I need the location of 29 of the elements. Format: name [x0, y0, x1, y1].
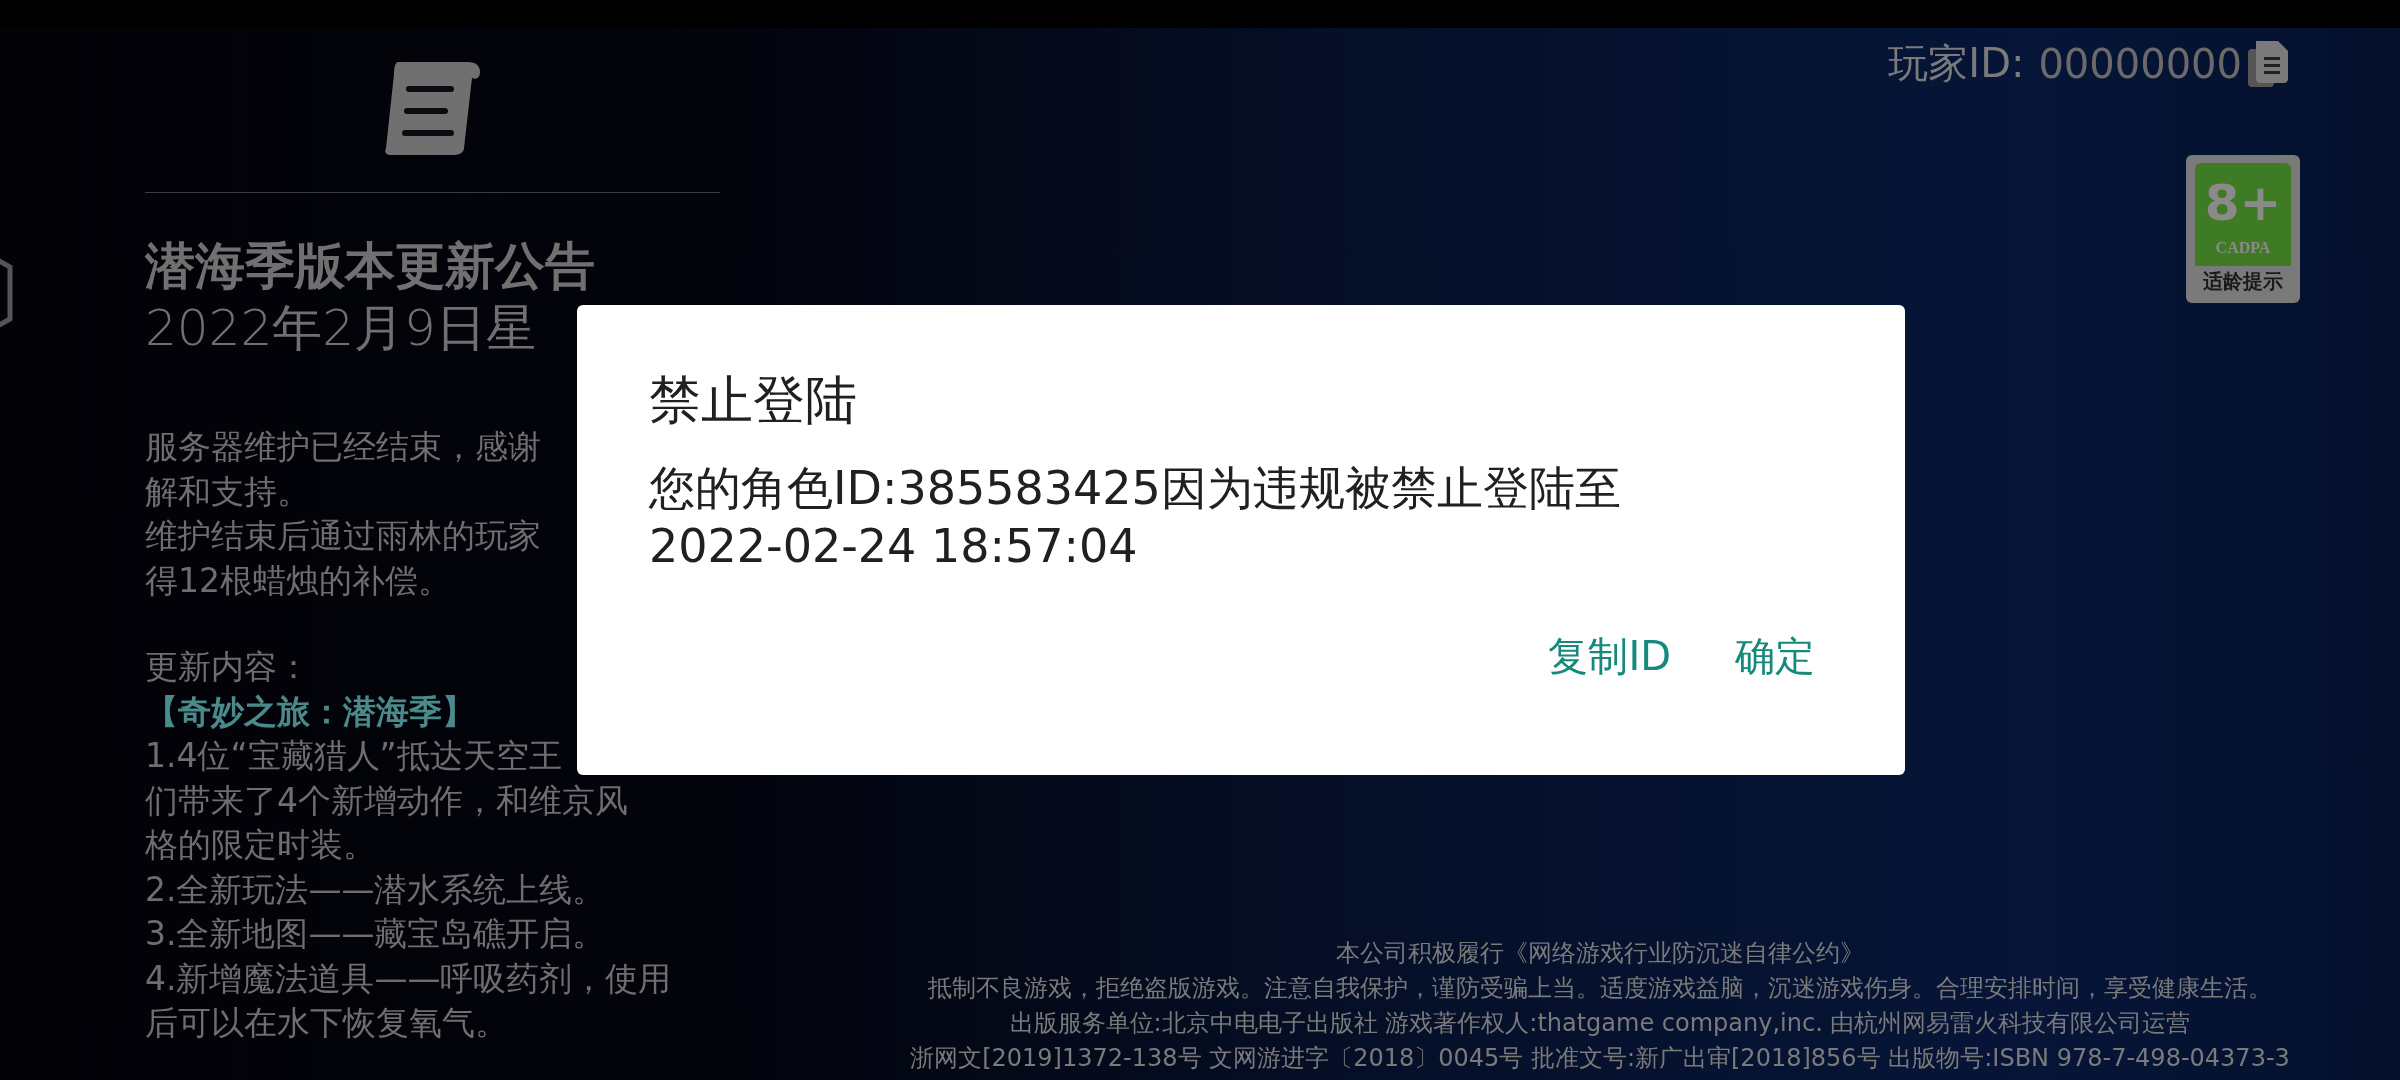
announcement-text: 们带来了4个新增动作，和维京风: [145, 779, 628, 822]
announcement-text: 更新内容：: [145, 646, 310, 688]
announcement-text: 维护结束后通过雨林的玩家: [145, 515, 541, 557]
dialog-title: 禁止登陆: [649, 369, 858, 432]
dialog-button[interactable]: 确定: [1723, 621, 1827, 692]
announcement-text: 得12根蜡烛的补偿。: [145, 559, 451, 602]
announcement-text: 后可以在水下恢复氧气。: [145, 1002, 508, 1044]
dialog-button[interactable]: 复制ID: [1536, 621, 1683, 692]
announcement-text: 格的限定时装。: [145, 824, 376, 866]
age-rating: 8+: [2204, 175, 2282, 231]
copy-icon[interactable]: [2246, 38, 2290, 89]
announcement-text: 4.新增魔法道具——呼吸药剂，使用: [145, 957, 672, 1000]
announcement-date: 2022年2月9日星: [145, 298, 537, 359]
announcement-text: 1.4位“宝藏猎人”抵达天空王: [145, 735, 562, 777]
dialog-message: 您的角色ID:385583425因为违规被禁止登陆至 2022-02-24 18:57:04: [649, 460, 1622, 575]
player-id-label: 玩家ID:: [1888, 39, 2025, 88]
player-id-value: 00000000: [2038, 40, 2242, 87]
footer-notice: 出版服务单位:北京中电电子出版社 游戏著作权人:thatgame company,inc. 由杭州网易雷火科技有限公司运营: [1009, 1008, 2191, 1039]
announcement-title: 潜海季版本更新公告: [145, 236, 596, 297]
announcement-text: 3.全新地图——藏宝岛礁开启。: [145, 913, 606, 955]
footer-notice: 抵制不良游戏，拒绝盗版游戏。注意自我保护，谨防受骗上当。适度游戏益脑，沉迷游戏伤身。合理安排时间，享受健康生活。: [928, 973, 2272, 1004]
announcement-text: 2.全新玩法——潜水系统上线。: [145, 868, 606, 911]
rating-org: CADPA: [2215, 239, 2271, 257]
footer-notice: 浙网文[2019]1372-138号 文网游进字〔2018〕0045号 批准文号:新广出审[2018]856号 出版物号:ISBN 978-7-498-04373-3: [910, 1043, 2290, 1074]
announcement-text: 解和支持。: [145, 470, 310, 513]
footer-notice: 本公司积极履行《网络游戏行业防沉迷自律公约》: [1336, 938, 1864, 969]
announcement-text: 服务器维护已经结束，感谢: [145, 426, 541, 468]
section-heading: 【奇妙之旅：潜海季】: [145, 690, 475, 733]
rating-caption: 适龄提示: [2203, 268, 2283, 295]
